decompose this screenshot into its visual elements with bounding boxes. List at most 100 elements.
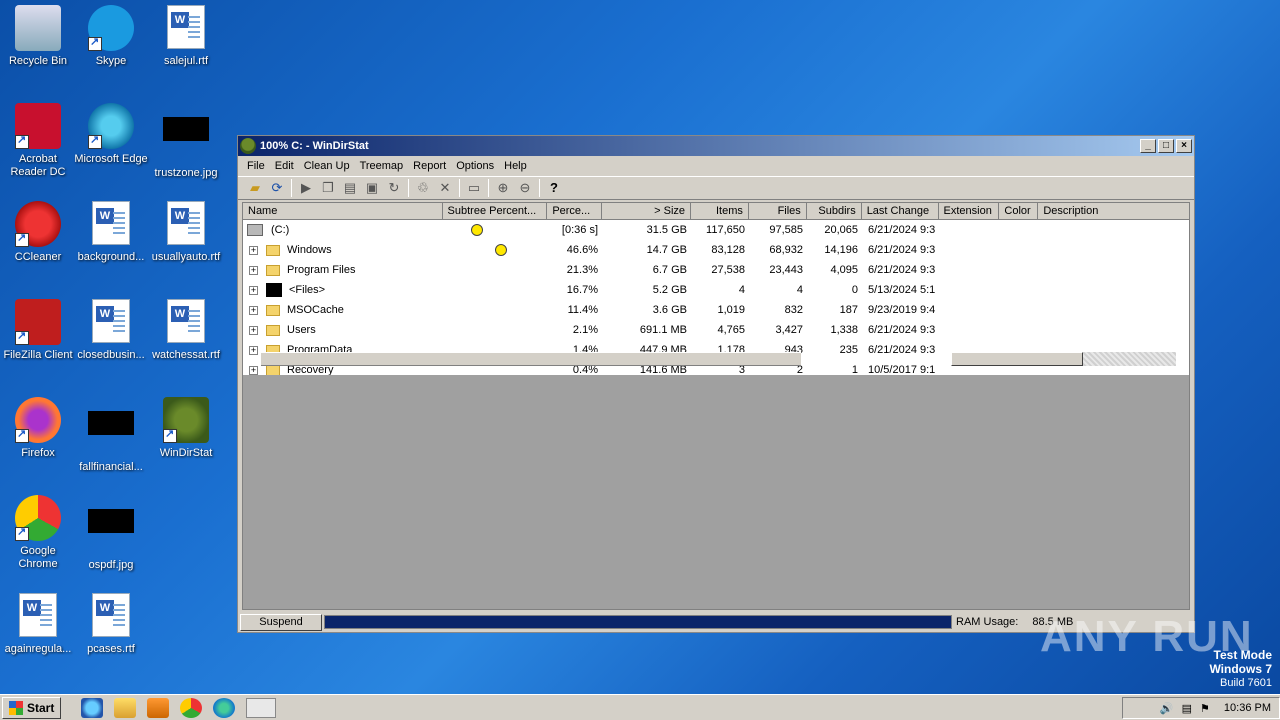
col-items[interactable]: Items	[691, 203, 749, 219]
horizontal-scrollbar[interactable]	[261, 352, 801, 366]
cell-last-change: 5/13/2024 5:1	[868, 284, 936, 296]
col-description[interactable]: Description	[1038, 203, 1189, 219]
desktop-icon[interactable]: fallfinancial...	[73, 397, 149, 474]
ie-taskbar-icon[interactable]	[81, 697, 104, 718]
directory-list[interactable]: Name Subtree Percent... Perce... > Size …	[242, 202, 1190, 610]
watermark-line3: Build 7601	[1220, 677, 1272, 689]
cell-subdirs: 0	[851, 284, 858, 296]
desktop-icon[interactable]: FileZilla Client	[0, 299, 76, 362]
menu-file[interactable]: File	[242, 160, 270, 172]
desktop-icon[interactable]: CCleaner	[0, 201, 76, 264]
cell-items: 117,650	[706, 224, 745, 236]
desktop-icon[interactable]: Wpcases.rtf	[73, 593, 149, 656]
col-percentage[interactable]: Perce...	[547, 203, 603, 219]
desktop-icon[interactable]: Google Chrome	[0, 495, 76, 571]
desktop-icon-label: salejul.rtf	[163, 55, 209, 67]
zoom-in-icon[interactable]: ⊕	[492, 178, 514, 198]
scrollbar-track[interactable]	[951, 352, 1176, 366]
menu-report[interactable]: Report	[408, 160, 451, 172]
table-row[interactable]: + Users 2.1% 691.1 MB 4,765 3,427 1,338 6/21/20…	[243, 320, 1189, 340]
network-icon[interactable]: ▤	[1182, 702, 1192, 715]
col-files[interactable]: Files	[749, 203, 807, 219]
cell-last-change: 10/5/2017 9:1	[868, 364, 936, 375]
table-row[interactable]: + <Files> 16.7% 5.2 GB 4 4 0 5/13/2024 5:1	[243, 280, 1189, 300]
media-player-taskbar-icon[interactable]	[147, 697, 170, 718]
suspend-button[interactable]: Suspend	[240, 613, 322, 631]
col-subdirs[interactable]: Subdirs	[807, 203, 862, 219]
toolbar-separator	[408, 179, 409, 197]
desktop-icon[interactable]: Wsalejul.rtf	[148, 5, 224, 68]
volume-icon[interactable]: 🔊	[1160, 702, 1174, 715]
cell-subtree	[443, 260, 548, 280]
cell-name: (C:)	[243, 224, 443, 236]
desktop-icon[interactable]: Wusuallyauto.rtf	[148, 201, 224, 264]
action-center-icon[interactable]: ⚑	[1200, 702, 1210, 715]
delete-icon[interactable]: ✕	[434, 178, 456, 198]
expand-icon[interactable]: +	[249, 265, 258, 275]
col-last-change[interactable]: Last Change	[862, 203, 939, 219]
toolbar: ▰ ⟳ ▶ ❐ ▤ ▣ ↻ ♲ ✕ ▭ ⊕ ⊖ ?	[238, 176, 1194, 200]
item-name: Program Files	[287, 264, 356, 276]
desktop-icon[interactable]: Acrobat Reader DC	[0, 103, 76, 179]
col-subtree-percent[interactable]: Subtree Percent...	[443, 203, 548, 219]
open-icon[interactable]: ▰	[244, 178, 266, 198]
recycle-icon[interactable]: ♲	[412, 178, 434, 198]
explorer-icon[interactable]: ▤	[339, 178, 361, 198]
help-icon[interactable]: ?	[543, 178, 565, 198]
desktop-icon-label: pcases.rtf	[87, 643, 135, 655]
maximize-button[interactable]: □	[1158, 139, 1174, 153]
col-size[interactable]: > Size	[602, 203, 692, 219]
table-row[interactable]: + Windows 46.6% 14.7 GB 83,128 68,932 14,196 6/…	[243, 240, 1189, 260]
desktop-icon[interactable]: Wagainregula...	[0, 593, 76, 656]
minimize-button[interactable]: _	[1140, 139, 1156, 153]
expand-icon[interactable]: +	[249, 365, 258, 375]
explorer-taskbar-icon[interactable]	[114, 697, 137, 718]
menu-treemap[interactable]: Treemap	[355, 160, 409, 172]
desktop-icon[interactable]: Wclosedbusin...	[73, 299, 149, 362]
edge-taskbar-icon[interactable]	[213, 697, 236, 718]
expand-icon[interactable]: +	[249, 305, 258, 315]
col-color[interactable]: Color	[999, 203, 1039, 219]
chrome-taskbar-icon[interactable]	[180, 697, 203, 718]
refresh-all-icon[interactable]: ⟳	[266, 178, 288, 198]
windirstat-window[interactable]: 100% C: - WinDirStat _ □ × File Edit Cle…	[237, 135, 1195, 633]
start-label: Start	[27, 700, 55, 715]
menu-edit[interactable]: Edit	[270, 160, 299, 172]
col-extension[interactable]: Extension	[939, 203, 1000, 219]
firefox-icon	[15, 397, 61, 443]
desktop-icon[interactable]: Recycle Bin	[0, 5, 76, 68]
expand-icon[interactable]: +	[249, 245, 258, 255]
clock[interactable]: 10:36 PM	[1224, 702, 1271, 714]
title-bar[interactable]: 100% C: - WinDirStat _ □ ×	[238, 136, 1194, 156]
expand-icon[interactable]: +	[249, 345, 258, 355]
desktop-icon[interactable]: ospdf.jpg	[73, 495, 149, 572]
cell-last-change: 6/21/2024 9:3	[868, 224, 936, 236]
menu-help[interactable]: Help	[499, 160, 532, 172]
properties-icon[interactable]: ▭	[463, 178, 485, 198]
open-item-icon[interactable]: ▶	[295, 178, 317, 198]
desktop-icon[interactable]: Microsoft Edge	[73, 103, 149, 166]
expand-icon[interactable]: +	[249, 285, 258, 295]
start-button[interactable]: Start	[2, 696, 62, 719]
desktop-icon[interactable]: WinDirStat	[148, 397, 224, 460]
desktop-icon[interactable]: Wbackground...	[73, 201, 149, 264]
table-row[interactable]: + MSOCache 11.4% 3.6 GB 1,019 832 187 9/23/2019…	[243, 300, 1189, 320]
table-row[interactable]: + Program Files 21.3% 6.7 GB 27,538 23,443 4,0…	[243, 260, 1189, 280]
close-button[interactable]: ×	[1176, 139, 1192, 153]
expand-icon[interactable]: +	[249, 325, 258, 335]
scrollbar-thumb[interactable]	[951, 352, 1083, 366]
menu-cleanup[interactable]: Clean Up	[299, 160, 355, 172]
desktop-icon[interactable]: Skype	[73, 5, 149, 68]
copy-path-icon[interactable]: ❐	[317, 178, 339, 198]
command-prompt-icon[interactable]: ▣	[361, 178, 383, 198]
acrobat-icon	[15, 103, 61, 149]
desktop-icon[interactable]: trustzone.jpg	[148, 103, 224, 180]
windirstat-taskbar-button[interactable]	[246, 697, 277, 718]
table-row[interactable]: (C:) [0:36 s] 31.5 GB 117,650 97,585 20,065 6/…	[243, 220, 1189, 240]
zoom-out-icon[interactable]: ⊖	[514, 178, 536, 198]
refresh-selected-icon[interactable]: ↻	[383, 178, 405, 198]
col-name[interactable]: Name	[243, 203, 443, 219]
menu-options[interactable]: Options	[451, 160, 499, 172]
desktop-icon[interactable]: Wwatchessat.rtf	[148, 299, 224, 362]
desktop-icon[interactable]: Firefox	[0, 397, 76, 460]
